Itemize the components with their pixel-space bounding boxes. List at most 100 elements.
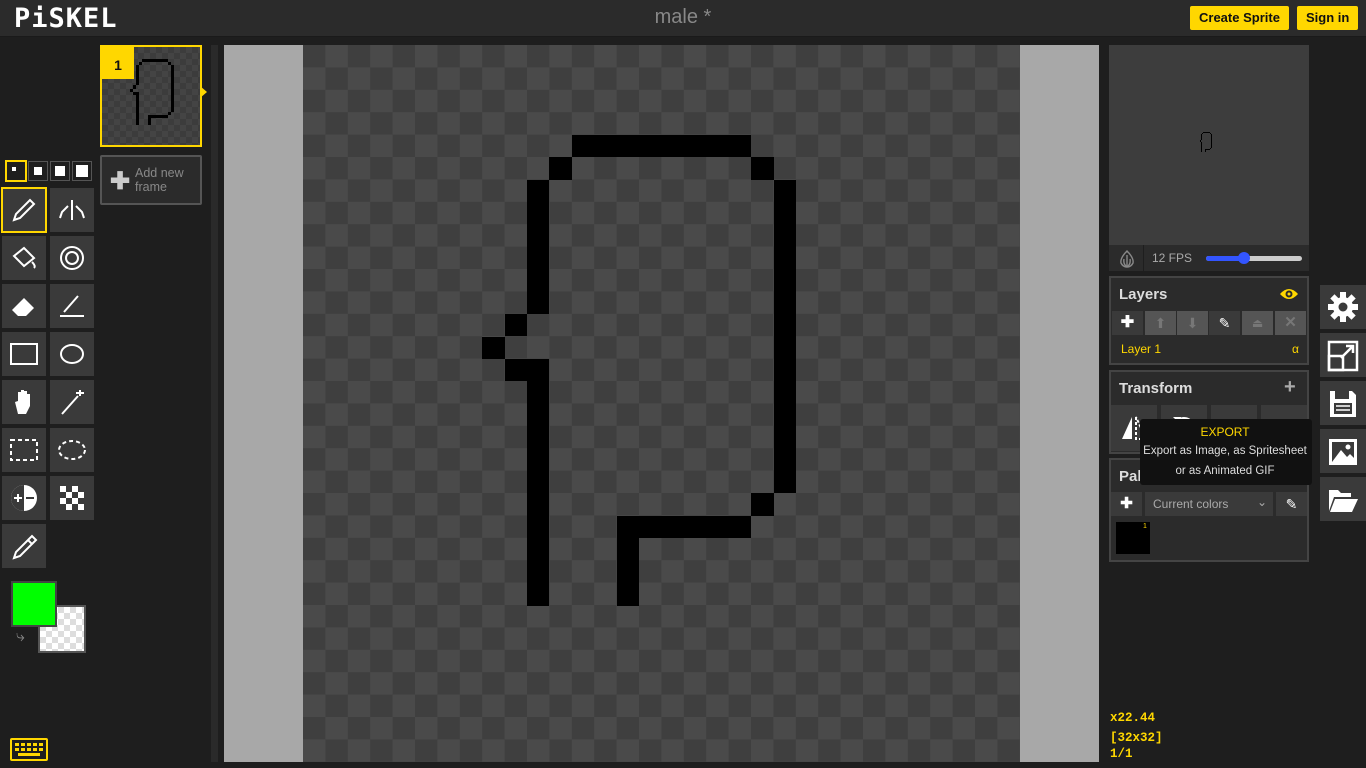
pencil-icon: ✎ [1285,496,1298,512]
move-tool[interactable] [2,380,46,424]
pen-icon [12,198,36,222]
sign-in-button[interactable]: Sign in [1297,6,1359,30]
frame-number: 1 [102,47,134,79]
settings-button[interactable] [1320,285,1366,329]
add-frame-label: Add new frame [135,166,184,194]
rename-layer-button[interactable]: ✎ [1209,311,1240,335]
tooltip-title: EXPORT [1200,425,1250,439]
lasso-select-tool[interactable] [50,428,94,472]
merge-icon: ⏏ [1251,316,1264,330]
pencil-icon: ✎ [1218,315,1231,331]
preview-sprite [1200,132,1212,152]
layers-panel: Layers ✚ ⬆ ⬇ ✎ ⏏ ✕ Layer 1 α [1109,276,1309,365]
delete-layer-button[interactable]: ✕ [1275,311,1306,335]
app-header: PiSKEL male * Create Sprite Sign in [0,0,1366,37]
folder-open-icon [1329,490,1358,512]
image-icon [1329,439,1357,465]
fps-slider-thumb[interactable] [1238,252,1251,264]
stroke-icon [60,295,84,317]
gear-icon [1328,292,1358,322]
open-button[interactable] [1320,477,1366,521]
shape-select-magic-wand-icon [61,390,84,415]
rectangle-select-tool[interactable] [2,428,46,472]
chevron-down-icon: ⌄ [1257,495,1268,509]
plus-icon: ✚ [1120,495,1133,512]
pen-size-4[interactable] [72,161,92,181]
resize-button[interactable] [1320,333,1366,377]
palette-swatch-index: 1 [1143,523,1147,530]
paint-bucket-tool[interactable] [2,236,46,280]
pen-size-1[interactable] [5,160,27,182]
eye-icon[interactable] [1279,286,1299,307]
fps-label: 12 FPS [1152,251,1193,265]
arrow-up-icon: ⬆ [1154,315,1167,331]
palette-swatch[interactable]: 1 [1116,522,1150,554]
paint-all-same-color-tool[interactable] [50,236,94,280]
export-button[interactable] [1320,429,1366,473]
vertical-mirror-pen-tool[interactable] [50,188,94,232]
pen-size-2[interactable] [28,161,48,181]
keyboard-keys [15,743,43,756]
lighten-tool[interactable] [2,476,46,520]
onion-skin-icon [1120,250,1134,268]
export-tooltip: EXPORT Export as Image, as Spritesheet o… [1140,419,1312,485]
selected-frame-arrow [200,86,207,98]
merge-layer-button[interactable]: ⏏ [1242,311,1273,335]
pen-tool[interactable] [1,187,47,233]
fps-slider-track[interactable] [1206,252,1302,264]
transform-title: Transform [1119,380,1193,397]
swap-colors-icon[interactable]: ⤷ [16,628,25,646]
create-sprite-button[interactable]: Create Sprite [1190,6,1289,30]
circle-icon [60,344,84,364]
frame-list-scrollbar[interactable] [211,45,218,762]
dithering-tool[interactable] [50,476,94,520]
rectangle-tool[interactable] [2,332,46,376]
vertical-mirror-pen-icon [59,200,85,220]
keyboard-shortcuts-icon[interactable] [10,738,48,761]
lighten-darken-icon [11,485,37,511]
palette-select-value: Current colors [1153,497,1229,511]
layer-name: Layer 1 [1121,342,1162,356]
magic-wand-tool[interactable] [50,380,94,424]
dithering-icon [60,486,84,510]
layer-item[interactable]: Layer 1 α [1111,337,1307,361]
pen-size-3[interactable] [50,161,70,181]
color-picker-icon [12,534,38,560]
zoom-level: x22.44 [1110,711,1156,725]
onion-skin-toggle[interactable] [1109,245,1144,271]
arrow-down-icon: ⬇ [1186,315,1199,331]
circle-tool[interactable] [50,332,94,376]
eraser-tool[interactable] [2,284,46,328]
frame-counter: 1/1 [1110,747,1133,761]
plus-icon: ✚ [110,168,131,195]
palette-select[interactable]: Current colors ⌄ [1145,492,1273,516]
animation-preview[interactable] [1109,45,1309,245]
edit-palette-button[interactable]: ✎ [1276,492,1307,516]
frame-thumbnail[interactable]: 1 [100,45,202,147]
sprite-size: [32x32] [1110,731,1163,745]
add-frame-button[interactable]: ✚ Add new frame [100,155,202,205]
document-title: male * [654,6,712,28]
canvas-drawing[interactable] [303,45,1020,762]
stroke-tool[interactable] [50,284,94,328]
move-layer-down-button[interactable]: ⬇ [1177,311,1208,335]
tooltip-line-2: or as Animated GIF [1175,465,1275,477]
paint-bucket-icon [12,246,36,269]
primary-color-swatch[interactable] [11,581,57,627]
tooltip-line-1: Export as Image, as Spritesheet [1143,445,1307,457]
add-palette-button[interactable]: ✚ [1111,492,1142,516]
layer-alpha[interactable]: α [1292,342,1299,356]
rectangle-icon [10,343,38,365]
close-icon: ✕ [1284,314,1297,331]
add-layer-button[interactable]: ✚ [1112,311,1143,335]
fps-controls: 12 FPS [1109,245,1309,271]
move-layer-up-button[interactable]: ⬆ [1145,311,1176,335]
color-picker-tool[interactable] [2,524,46,568]
expand-plus-icon[interactable]: + [1284,376,1296,399]
layer-toolbar: ✚ ⬆ ⬇ ✎ ⏏ ✕ [1111,311,1307,335]
resize-icon [1327,340,1359,372]
save-button[interactable] [1320,381,1366,425]
layers-title: Layers [1119,286,1168,303]
paint-all-same-color-icon [60,246,84,270]
eraser-icon [12,298,34,316]
